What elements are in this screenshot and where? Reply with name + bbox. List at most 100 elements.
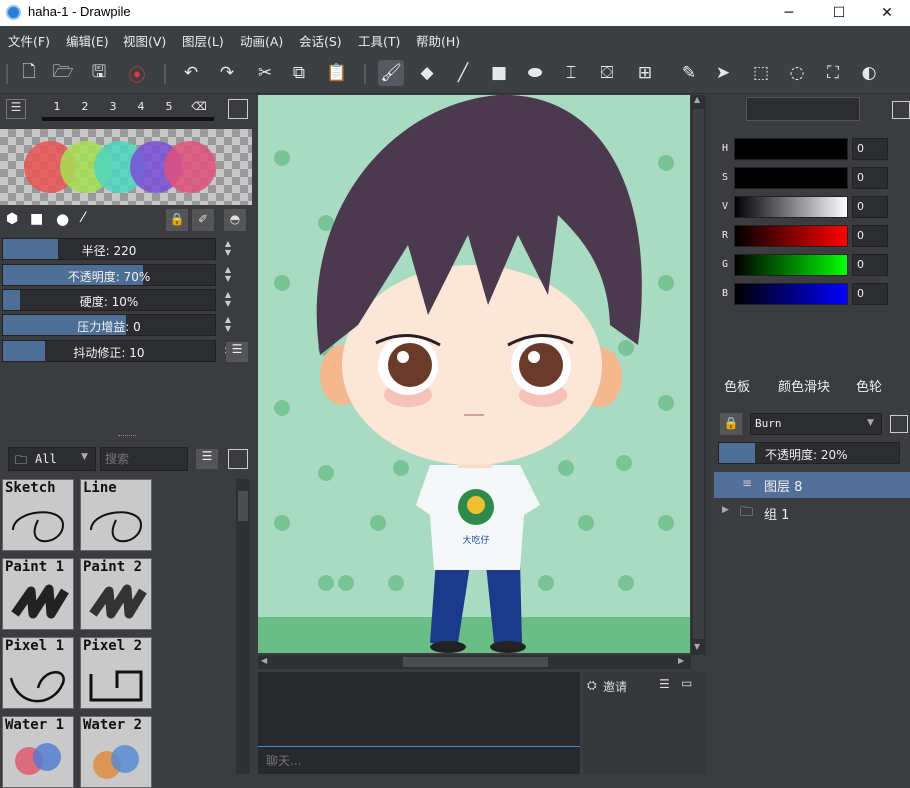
color-panel-float-icon[interactable]	[892, 101, 910, 119]
brush-list-menu-icon[interactable]: ☰	[196, 449, 218, 469]
maximize-button[interactable]: ☐	[816, 0, 862, 26]
tab-color-wheel[interactable]: 色轮	[856, 376, 882, 395]
toolbar-handle[interactable]	[6, 64, 8, 84]
user-settings-icon[interactable]: ☰	[659, 677, 670, 691]
tab-color-sliders[interactable]: 颜色滑块	[778, 376, 830, 395]
brush-tool-icon[interactable]: 🖌	[378, 60, 404, 86]
brush-options-menu-icon[interactable]: ☰	[226, 342, 248, 362]
brush-folder-select[interactable]: 🗀 All ▼	[8, 447, 96, 471]
opacity-slider[interactable]: 不透明度: 70% ▲ ▼	[2, 264, 235, 286]
brush-preset-pixel-1[interactable]: Pixel 1	[2, 637, 74, 709]
eraser-tool-icon[interactable]: ◆	[414, 60, 440, 86]
brush-settings-menu-icon[interactable]: ☰	[6, 99, 26, 119]
invite-button[interactable]: 邀请	[603, 678, 627, 695]
layer-group-row[interactable]: ▶ 🗀 组 1	[714, 500, 910, 526]
brush-preset-paint-2[interactable]: Paint 2	[80, 558, 152, 630]
layer-panel-float-icon[interactable]	[890, 415, 908, 433]
brush-tab-2[interactable]: 2	[76, 100, 94, 113]
eraser-tab-icon[interactable]: ⌫	[190, 100, 208, 113]
opacity-spin-icon[interactable]: ▲ ▼	[221, 265, 235, 285]
brush-preset-sketch[interactable]: Sketch	[2, 479, 74, 551]
square-brush-icon[interactable]: ■	[30, 211, 43, 227]
redo-icon[interactable]: ↷	[214, 60, 240, 86]
red-slider[interactable]	[734, 225, 848, 247]
paste-icon[interactable]: 📋	[324, 60, 350, 86]
brush-list-scrollbar[interactable]	[236, 479, 250, 774]
laser-pointer-icon[interactable]: ➤	[710, 60, 736, 86]
current-color-swatch[interactable]	[746, 97, 860, 121]
pressure-gain-spin-icon[interactable]: ▲ ▼	[221, 315, 235, 335]
smoothing-slider[interactable]: 抖动修正: 10▲▼	[2, 340, 235, 362]
inspector-icon[interactable]: ◐	[856, 60, 882, 86]
brush-panel-float-icon[interactable]	[228, 449, 248, 469]
blue-value-input[interactable]: 0	[852, 283, 888, 305]
hue-value-input[interactable]: 0	[852, 138, 888, 160]
cut-icon[interactable]: ✂	[252, 60, 278, 86]
bezier-tool-icon[interactable]: ⌶	[558, 60, 584, 86]
panel-resize-handle[interactable]	[118, 435, 136, 437]
menu-file[interactable]: 文件(F)	[8, 31, 50, 50]
incremental-icon[interactable]: ✐	[192, 209, 214, 231]
radius-spin-icon[interactable]: ▲ ▼	[221, 239, 235, 259]
canvas-view[interactable]: 大吃仔	[258, 95, 706, 655]
tab-palette[interactable]: 色板	[724, 376, 750, 395]
menu-edit[interactable]: 编辑(E)	[66, 31, 109, 50]
canvas-vertical-scrollbar[interactable]: ▲ ▼	[691, 95, 706, 655]
layer-lock-icon[interactable]: 🔒	[720, 413, 742, 435]
hardness-slider[interactable]: 硬度: 10% ▲ ▼	[2, 289, 235, 311]
menu-animation[interactable]: 动画(A)	[240, 31, 283, 50]
brush-preset-pixel-2[interactable]: Pixel 2	[80, 637, 152, 709]
layer-row-selected[interactable]: ≡ 图层 8	[714, 472, 910, 498]
saturation-value-input[interactable]: 0	[852, 167, 888, 189]
minimize-button[interactable]: ─	[766, 0, 812, 26]
brush-preset-water-1[interactable]: Water 1	[2, 716, 74, 788]
annotation-tool-icon[interactable]: ⊞	[632, 60, 658, 86]
ellipse-tool-icon[interactable]: ⬬	[522, 60, 548, 86]
menu-view[interactable]: 视图(V)	[123, 31, 166, 50]
menu-tools[interactable]: 工具(T)	[358, 31, 400, 50]
menu-layer[interactable]: 图层(L)	[182, 31, 224, 50]
hardness-spin-icon[interactable]: ▲ ▼	[221, 290, 235, 310]
new-file-icon[interactable]: 🗋	[16, 60, 42, 86]
scroll-left-icon[interactable]: ◀	[261, 656, 267, 665]
blue-slider[interactable]	[734, 283, 848, 305]
green-value-input[interactable]: 0	[852, 254, 888, 276]
scrollbar-thumb[interactable]	[403, 657, 548, 667]
radius-slider[interactable]: 半径: 220 ▲ ▼	[2, 238, 235, 260]
fill-tool-icon[interactable]: ⛋	[594, 60, 620, 86]
value-value-input[interactable]: 0	[852, 196, 888, 218]
invite-icon[interactable]: ⛭	[587, 678, 597, 693]
soft-brush-icon[interactable]: ●	[56, 210, 69, 228]
artwork-canvas[interactable]: 大吃仔	[258, 95, 690, 653]
brush-preset-line[interactable]: Line	[80, 479, 152, 551]
value-slider[interactable]	[734, 196, 848, 218]
scrollbar-thumb[interactable]	[238, 491, 248, 521]
record-icon[interactable]: ⦿	[124, 60, 150, 86]
close-button[interactable]: ✕	[864, 0, 910, 26]
layer-opacity-slider[interactable]: 不透明度: 20%	[718, 442, 900, 464]
open-file-icon[interactable]: 🗁	[50, 60, 76, 86]
copy-icon[interactable]: ⧉	[286, 60, 312, 86]
undo-icon[interactable]: ↶	[178, 60, 204, 86]
expand-icon[interactable]: ▶	[722, 505, 729, 515]
brush-search-input[interactable]	[100, 447, 188, 471]
erase-mode-icon[interactable]: ◓	[224, 209, 246, 231]
scroll-right-icon[interactable]: ▶	[678, 656, 684, 665]
brush-tab-3[interactable]: 3	[104, 100, 122, 113]
brush-preset-water-2[interactable]: Water 2	[80, 716, 152, 788]
saturation-slider[interactable]	[734, 167, 848, 189]
brush-preset-paint-1[interactable]: Paint 1	[2, 558, 74, 630]
rectangle-tool-icon[interactable]: ■	[486, 60, 512, 86]
save-icon[interactable]: 🖫	[86, 60, 112, 86]
canvas-horizontal-scrollbar[interactable]: ◀ ▶	[258, 655, 691, 669]
pixel-brush-icon[interactable]: ⁄	[82, 210, 84, 226]
brush-tab-1[interactable]: 1	[48, 100, 66, 113]
pressure-gain-slider[interactable]: 压力增益: 0 ▲ ▼	[2, 314, 235, 336]
color-picker-icon[interactable]: ✎	[676, 60, 702, 86]
scroll-down-icon[interactable]: ▼	[694, 642, 700, 651]
brush-tab-5[interactable]: 5	[160, 100, 178, 113]
menu-help[interactable]: 帮助(H)	[416, 31, 460, 50]
lock-alpha-icon[interactable]: 🔒	[166, 209, 188, 231]
red-value-input[interactable]: 0	[852, 225, 888, 247]
scrollbar-thumb[interactable]	[693, 109, 704, 639]
